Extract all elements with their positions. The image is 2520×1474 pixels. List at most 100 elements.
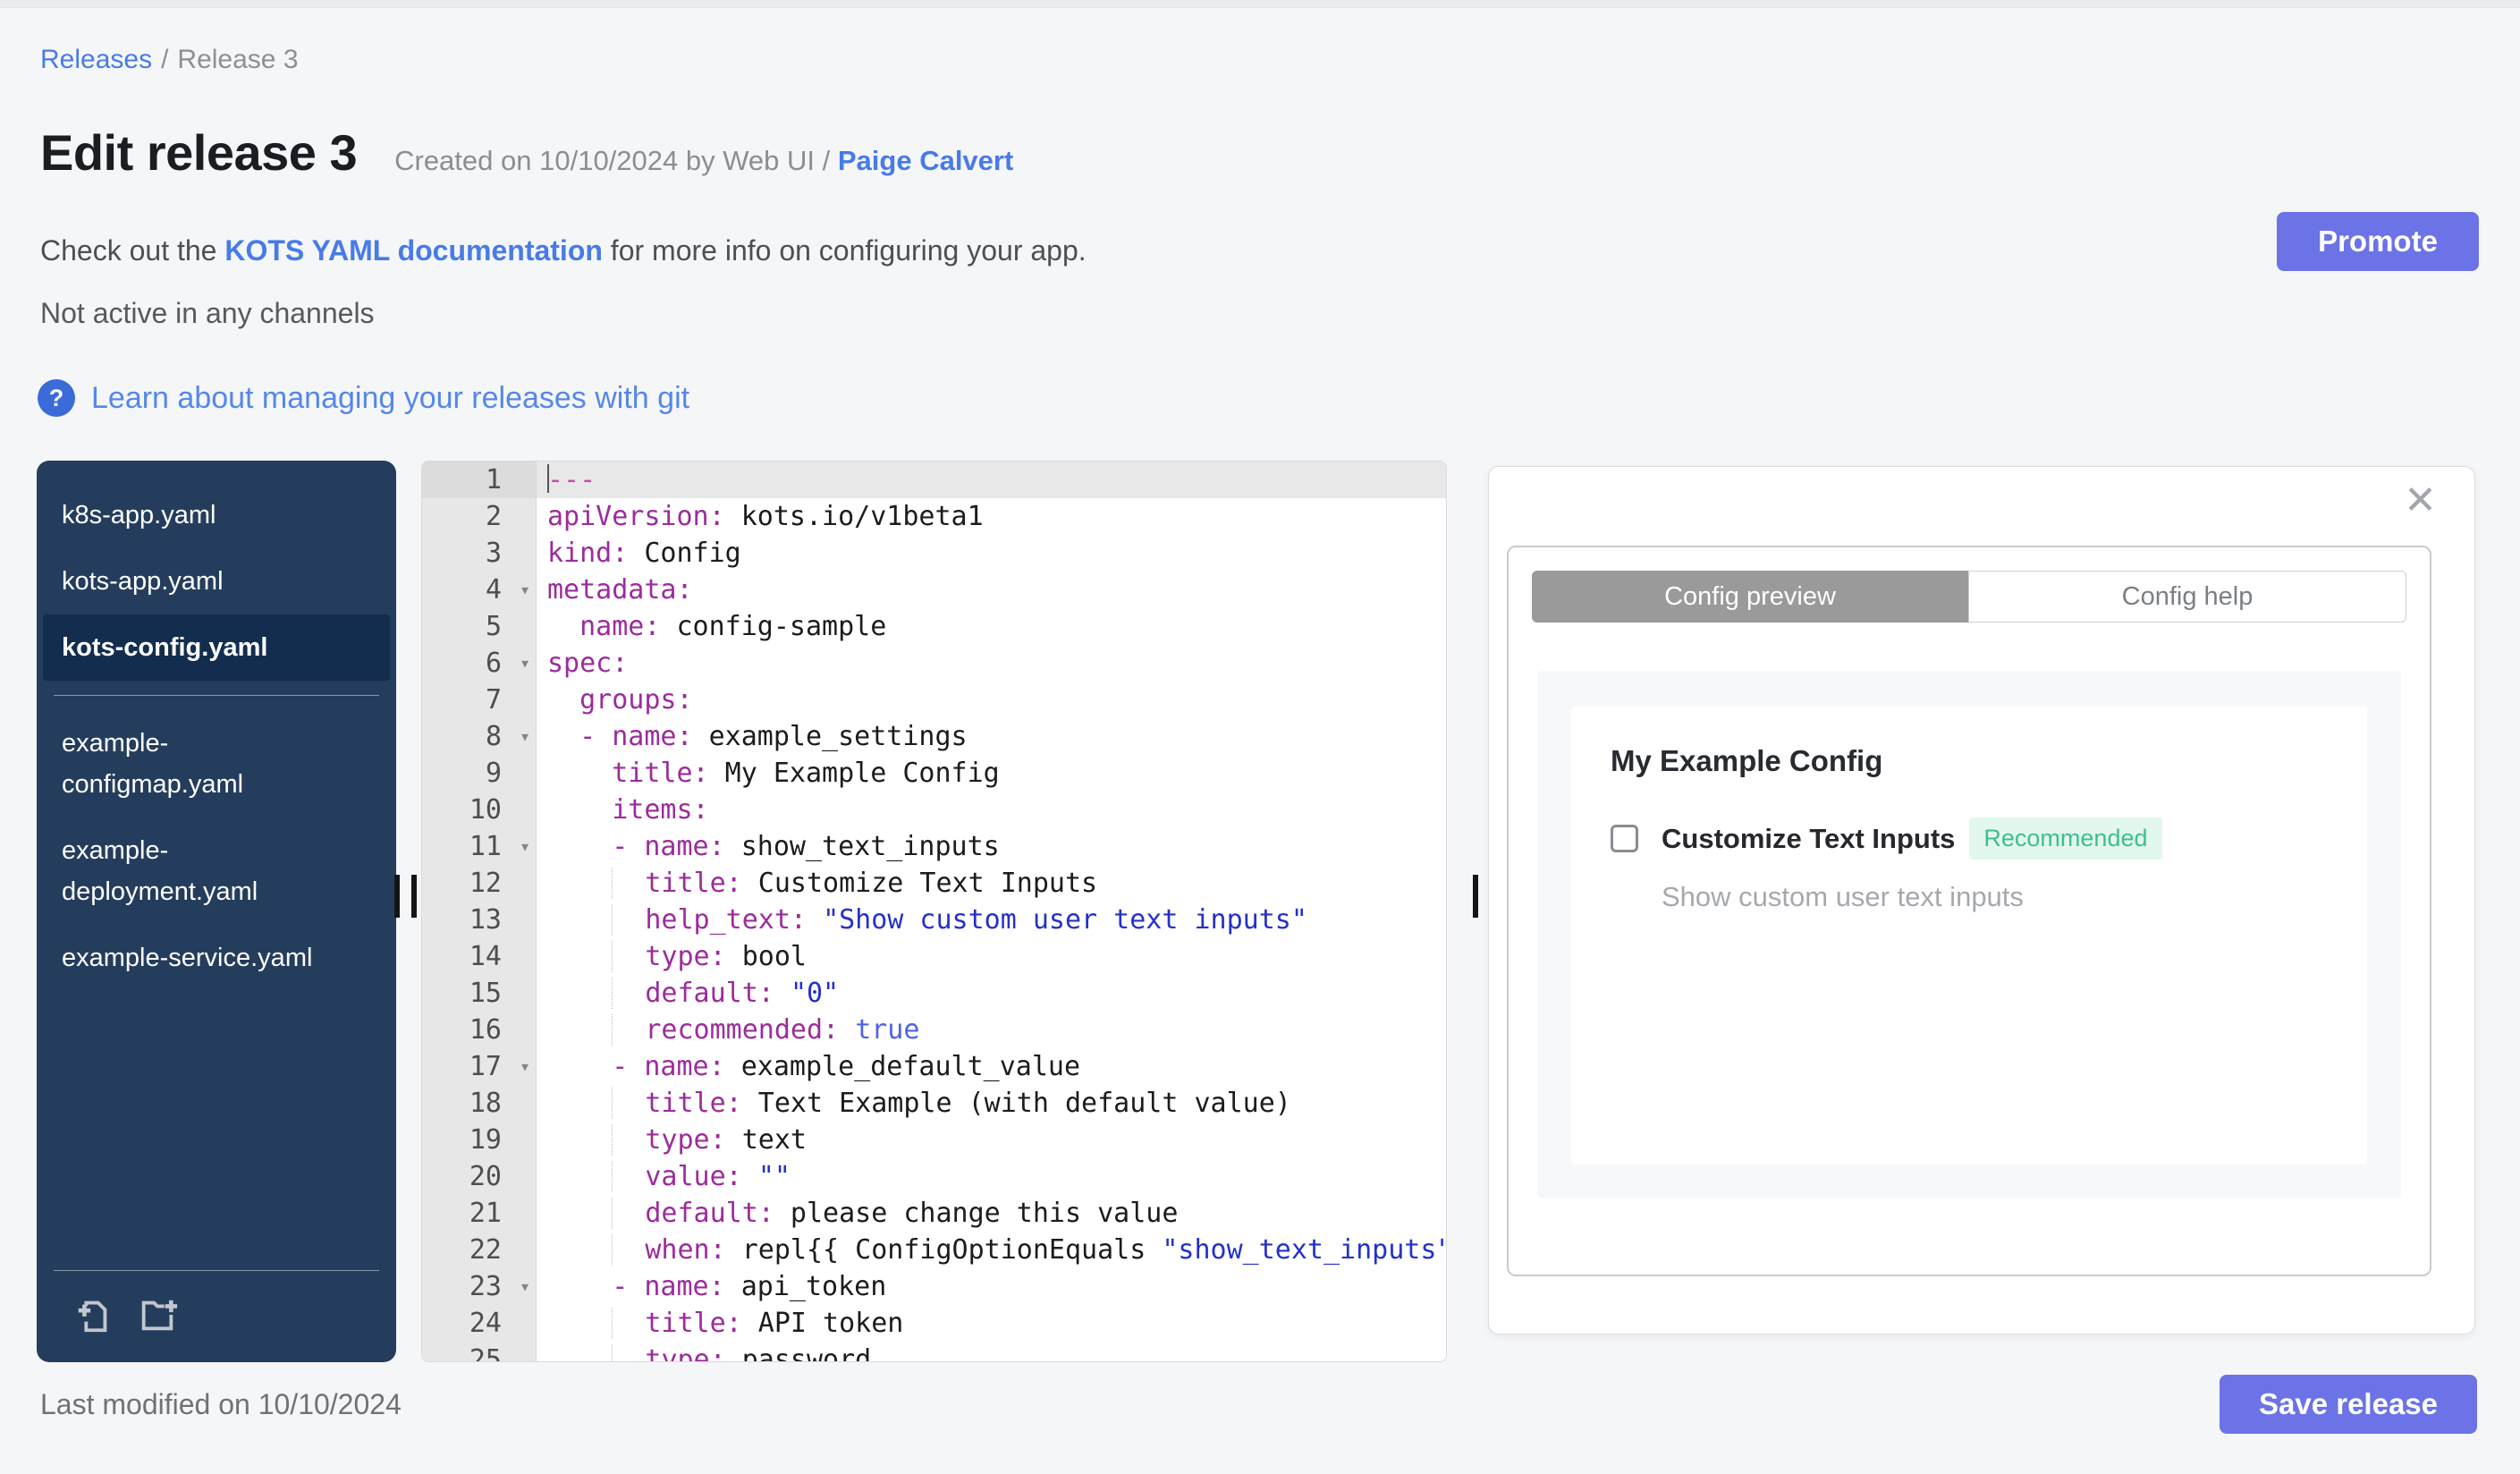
gutter-cell[interactable]: 11 ▾ bbox=[422, 828, 537, 865]
code-line[interactable]: metadata: bbox=[537, 572, 1446, 608]
gutter-cell[interactable]: 7 bbox=[422, 682, 537, 718]
gutter-cell[interactable]: 12 bbox=[422, 865, 537, 902]
code-line[interactable]: value: "" bbox=[537, 1158, 1446, 1195]
fold-arrow-icon[interactable]: ▾ bbox=[520, 645, 530, 682]
gutter-cell[interactable]: 13 bbox=[422, 902, 537, 938]
sidebar-resize-handle[interactable] bbox=[394, 875, 417, 918]
code-line[interactable]: default: "0" bbox=[537, 975, 1446, 1012]
close-icon[interactable]: ✕ bbox=[2404, 481, 2437, 521]
breadcrumb-current: Release 3 bbox=[177, 45, 299, 74]
editor-row: 7 groups: bbox=[422, 682, 1446, 718]
gutter-cell[interactable]: 16 bbox=[422, 1012, 537, 1048]
code-line[interactable]: - name: show_text_inputs bbox=[537, 828, 1446, 865]
file-item-k8s-app-yaml[interactable]: k8s-app.yaml bbox=[43, 482, 390, 548]
file-item-example-configmap-yaml[interactable]: example-configmap.yaml bbox=[43, 710, 390, 817]
code-line[interactable]: --- bbox=[537, 462, 1446, 498]
code-line[interactable]: kind: Config bbox=[537, 535, 1446, 572]
gutter-cell[interactable]: 6 ▾ bbox=[422, 645, 537, 682]
editor-row: 14 type: bool bbox=[422, 938, 1446, 975]
window-top-strip bbox=[0, 0, 2520, 8]
kots-yaml-doc-link[interactable]: KOTS YAML documentation bbox=[224, 234, 603, 267]
editor-row: 10 items: bbox=[422, 792, 1446, 828]
channel-status: Not active in any channels bbox=[40, 297, 375, 329]
fold-arrow-icon[interactable]: ▾ bbox=[520, 1048, 530, 1085]
code-line[interactable]: - name: api_token bbox=[537, 1268, 1446, 1305]
gutter-cell[interactable]: 21 bbox=[422, 1195, 537, 1232]
gutter-cell[interactable]: 22 bbox=[422, 1232, 537, 1268]
promote-button[interactable]: Promote bbox=[2277, 212, 2479, 271]
fold-arrow-icon[interactable]: ▾ bbox=[520, 828, 530, 865]
tab-config-preview[interactable]: Config preview bbox=[1532, 571, 1968, 623]
file-group-divider bbox=[54, 695, 379, 696]
file-item-example-service-yaml[interactable]: example-service.yaml bbox=[43, 925, 390, 991]
breadcrumb: Releases / Release 3 bbox=[40, 45, 299, 75]
customize-text-inputs-checkbox[interactable] bbox=[1611, 825, 1638, 852]
code-line[interactable]: title: Text Example (with default value) bbox=[537, 1085, 1446, 1122]
gutter-cell[interactable]: 23 ▾ bbox=[422, 1268, 537, 1305]
git-help-link[interactable]: Learn about managing your releases with … bbox=[91, 381, 689, 416]
resize-bar bbox=[1473, 875, 1478, 918]
new-folder-icon[interactable] bbox=[137, 1294, 178, 1335]
save-release-button[interactable]: Save release bbox=[2220, 1375, 2477, 1434]
gutter-cell[interactable]: 9 bbox=[422, 755, 537, 792]
gutter-cell[interactable]: 3 bbox=[422, 535, 537, 572]
breadcrumb-releases-link[interactable]: Releases bbox=[40, 45, 152, 74]
code-line[interactable]: default: please change this value bbox=[537, 1195, 1446, 1232]
gutter-cell[interactable]: 24 bbox=[422, 1305, 537, 1342]
gutter-cell[interactable]: 4 ▾ bbox=[422, 572, 537, 608]
file-item-example-deployment-yaml[interactable]: example-deployment.yaml bbox=[43, 817, 390, 925]
preview-tabs: Config preview Config help bbox=[1532, 571, 2406, 623]
gutter-cell[interactable]: 5 bbox=[422, 608, 537, 645]
code-line[interactable]: title: Customize Text Inputs bbox=[537, 865, 1446, 902]
code-line[interactable]: help_text: "Show custom user text inputs… bbox=[537, 902, 1446, 938]
code-line[interactable]: name: config-sample bbox=[537, 608, 1446, 645]
git-help-row[interactable]: ? Learn about managing your releases wit… bbox=[38, 379, 689, 417]
config-preview-panel: ✕ Config preview Config help My Example … bbox=[1488, 466, 2475, 1334]
fold-arrow-icon[interactable]: ▾ bbox=[520, 1268, 530, 1305]
editor-row: 16 recommended: true bbox=[422, 1012, 1446, 1048]
code-line[interactable]: spec: bbox=[537, 645, 1446, 682]
code-line[interactable]: title: My Example Config bbox=[537, 755, 1446, 792]
gutter-cell[interactable]: 2 bbox=[422, 498, 537, 535]
code-line[interactable]: apiVersion: kots.io/v1beta1 bbox=[537, 498, 1446, 535]
tab-config-help[interactable]: Config help bbox=[1968, 571, 2406, 623]
fold-arrow-icon[interactable]: ▾ bbox=[520, 572, 530, 608]
code-line[interactable]: - name: example_settings bbox=[537, 718, 1446, 755]
gutter-cell[interactable]: 18 bbox=[422, 1085, 537, 1122]
editor-row: 6 ▾ spec: bbox=[422, 645, 1446, 682]
gutter-cell[interactable]: 25 bbox=[422, 1342, 537, 1361]
fold-arrow-icon[interactable]: ▾ bbox=[520, 718, 530, 755]
yaml-code-editor[interactable]: 1 --- 2 apiVersion: kots.io/v1beta1 3 kind: C… bbox=[421, 461, 1447, 1362]
file-list: k8s-app.yaml kots-app.yaml kots-config.yam… bbox=[37, 482, 396, 991]
editor-row: 24 title: API token bbox=[422, 1305, 1446, 1342]
preview-card: Config preview Config help My Example Co… bbox=[1507, 546, 2431, 1276]
file-item-kots-app-yaml[interactable]: kots-app.yaml bbox=[43, 548, 390, 614]
code-line[interactable]: items: bbox=[537, 792, 1446, 828]
author-link[interactable]: Paige Calvert bbox=[838, 145, 1013, 176]
code-line[interactable]: when: repl{{ ConfigOptionEquals "show_te… bbox=[537, 1232, 1446, 1268]
gutter-cell[interactable]: 19 bbox=[422, 1122, 537, 1158]
editor-row: 12 title: Customize Text Inputs bbox=[422, 865, 1446, 902]
file-item-kots-config-yaml[interactable]: kots-config.yaml bbox=[43, 614, 390, 681]
code-line[interactable]: type: password bbox=[537, 1342, 1446, 1361]
gutter-cell[interactable]: 20 bbox=[422, 1158, 537, 1195]
gutter-cell[interactable]: 10 bbox=[422, 792, 537, 828]
editor-row: 21 default: please change this value bbox=[422, 1195, 1446, 1232]
recommended-badge: Recommended bbox=[1969, 817, 2162, 860]
new-file-icon[interactable] bbox=[72, 1294, 114, 1335]
code-line[interactable]: - name: example_default_value bbox=[537, 1048, 1446, 1085]
gutter-cell[interactable]: 15 bbox=[422, 975, 537, 1012]
gutter-cell[interactable]: 8 ▾ bbox=[422, 718, 537, 755]
code-line[interactable]: recommended: true bbox=[537, 1012, 1446, 1048]
gutter-cell[interactable]: 1 bbox=[422, 462, 537, 498]
gutter-cell[interactable]: 17 ▾ bbox=[422, 1048, 537, 1085]
file-tree-sidebar: k8s-app.yaml kots-app.yaml kots-config.yam… bbox=[37, 461, 396, 1362]
config-form: My Example Config Customize Text Inputs … bbox=[1571, 707, 2367, 1165]
code-line[interactable]: title: API token bbox=[537, 1305, 1446, 1342]
code-line[interactable]: type: bool bbox=[537, 938, 1446, 975]
code-line[interactable]: type: text bbox=[537, 1122, 1446, 1158]
config-item-label: Customize Text Inputs bbox=[1662, 822, 1956, 854]
code-line[interactable]: groups: bbox=[537, 682, 1446, 718]
config-group-title: My Example Config bbox=[1611, 744, 1883, 777]
gutter-cell[interactable]: 14 bbox=[422, 938, 537, 975]
